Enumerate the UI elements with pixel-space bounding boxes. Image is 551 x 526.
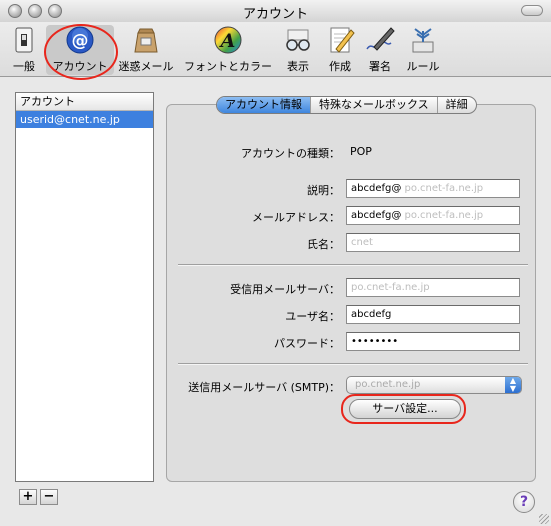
svg-text:A: A <box>219 30 236 52</box>
accounts-list-header: アカウント <box>16 93 153 111</box>
incoming-server-blurred-text: po.cnet-fa.ne.jp <box>351 282 430 293</box>
email-blurred-text: po.cnet-fa.ne.jp <box>404 210 484 221</box>
description-field[interactable]: abcdefg@ po.cnet-fa.ne.jp <box>346 179 520 198</box>
rules-icon <box>407 25 439 55</box>
eyeglasses-icon <box>282 25 314 55</box>
separator <box>178 363 528 365</box>
toolbar-fonts-colors[interactable]: A フォントとカラー <box>181 25 275 75</box>
email-label: メールアドレス： <box>252 211 340 224</box>
incoming-server-field[interactable]: po.cnet-fa.ne.jp <box>346 278 520 297</box>
toolbar-label: 署名 <box>369 60 391 73</box>
signature-pen-icon <box>364 25 396 55</box>
add-account-button[interactable]: + <box>19 489 37 505</box>
popup-arrows-icon: ▲ ▼ <box>505 377 521 393</box>
window-title: アカウント <box>242 7 308 22</box>
compose-pencil-icon <box>324 25 356 55</box>
toolbar-label: 迷惑メール <box>118 60 174 73</box>
account-row-selected[interactable]: userid@cnet.ne.jp <box>16 111 153 128</box>
toolbar-viewing[interactable]: 表示 <box>281 25 315 75</box>
email-field[interactable]: abcdefg@ po.cnet-fa.ne.jp <box>346 206 520 225</box>
svg-text:@: @ <box>72 31 89 51</box>
description-label: 説明： <box>307 184 340 197</box>
smtp-server-popup[interactable]: po.cnet.ne.jp ▲ ▼ <box>346 376 522 394</box>
resize-grip-icon[interactable] <box>539 514 549 524</box>
username-label: ユーザ名： <box>285 310 340 323</box>
toolbar-label: アカウント <box>52 60 108 73</box>
separator <box>178 264 528 266</box>
tab-advanced[interactable]: 詳細 <box>438 97 476 113</box>
toolbar-label: 作成 <box>329 60 351 73</box>
account-type-label: アカウントの種類： <box>241 147 340 160</box>
title-bar: アカウント <box>0 0 551 23</box>
toolbar-composing[interactable]: 作成 <box>323 25 357 75</box>
tab-bar: アカウント情報 特殊なメールボックス 詳細 <box>216 96 477 114</box>
help-button[interactable]: ? <box>513 491 535 513</box>
font-color-icon: A <box>212 25 244 55</box>
toolbar-accounts[interactable]: @ アカウント <box>46 25 114 75</box>
at-sign-icon: @ <box>64 25 96 55</box>
toolbar-label: 一般 <box>13 60 35 73</box>
full-name-label: 氏名： <box>307 238 340 251</box>
password-label: パスワード： <box>274 337 340 350</box>
email-text: abcdefg@ <box>351 210 402 221</box>
tab-special-mailboxes[interactable]: 特殊なメールボックス <box>311 97 438 113</box>
smtp-server-label: 送信用メールサーバ (SMTP)： <box>188 381 340 394</box>
toolbar-junk-mail[interactable]: 迷惑メール <box>116 25 176 75</box>
switch-icon <box>8 25 40 55</box>
toolbar-label: フォントとカラー <box>184 60 272 73</box>
toolbar-label: 表示 <box>287 60 309 73</box>
description-blurred-text: po.cnet-fa.ne.jp <box>404 183 484 194</box>
password-field[interactable]: •••••••• <box>346 332 520 351</box>
accounts-list[interactable]: アカウント userid@cnet.ne.jp <box>15 92 154 482</box>
toolbar-rules[interactable]: ルール <box>403 25 443 75</box>
username-field[interactable]: abcdefg <box>346 305 520 324</box>
junk-mail-bag-icon <box>130 25 162 55</box>
toolbar-signatures[interactable]: 署名 <box>363 25 397 75</box>
description-text: abcdefg@ <box>351 183 402 194</box>
full-name-field[interactable]: cnet <box>346 233 520 252</box>
account-type-value: POP <box>350 145 372 158</box>
toolbar-general[interactable]: 一般 <box>6 25 42 75</box>
preferences-window: アカウント 一般 @ アカウント 迷惑メール A フォントとカラー 表示 作成 … <box>0 0 551 526</box>
tab-account-info[interactable]: アカウント情報 <box>217 97 311 113</box>
incoming-server-label: 受信用メールサーバ： <box>230 283 340 296</box>
toolbar-label: ルール <box>406 60 440 73</box>
server-settings-button[interactable]: サーバ設定... <box>349 399 461 419</box>
smtp-server-value: po.cnet.ne.jp <box>355 379 421 390</box>
toolbar-toggle-button[interactable] <box>521 5 543 16</box>
remove-account-button[interactable]: − <box>40 489 58 505</box>
full-name-blurred-text: cnet <box>351 237 373 248</box>
preferences-toolbar: 一般 @ アカウント 迷惑メール A フォントとカラー 表示 作成 署名 ルール <box>0 22 551 77</box>
